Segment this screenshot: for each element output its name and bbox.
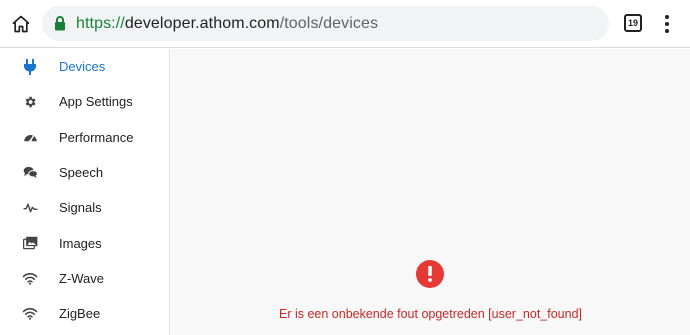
browser-toolbar: https://developer.athom.com/tools/device…: [0, 0, 690, 48]
waveform-icon: [22, 200, 38, 216]
url-text: https://developer.athom.com/tools/device…: [76, 15, 378, 33]
sidebar-item-performance[interactable]: Performance: [0, 120, 169, 155]
tab-switcher-button[interactable]: 19: [624, 14, 642, 32]
chat-bubbles-icon: [22, 165, 38, 181]
gear-icon: [22, 94, 38, 110]
sidebar-item-images[interactable]: Images: [0, 225, 169, 260]
images-icon: [22, 235, 38, 251]
sidebar-item-label: App Settings: [59, 94, 133, 110]
sidebar-item-signals[interactable]: Signals: [0, 190, 169, 225]
sidebar-item-label: Signals: [59, 200, 102, 216]
main-content: Er is een onbekende fout opgetreden [use…: [171, 49, 690, 335]
lock-icon: [54, 16, 68, 32]
sidebar: Devices App Settings Performance Speech …: [0, 49, 170, 335]
sidebar-item-speech[interactable]: Speech: [0, 155, 169, 190]
speedometer-icon: [22, 129, 38, 145]
sidebar-item-label: Images: [59, 235, 102, 251]
sidebar-item-label: Z-Wave: [59, 270, 105, 286]
url-scheme: https://: [76, 14, 125, 32]
sidebar-item-z-wave[interactable]: Z-Wave: [0, 261, 169, 296]
sidebar-item-label: ZigBee: [59, 306, 101, 322]
address-bar[interactable]: https://developer.athom.com/tools/device…: [42, 6, 609, 41]
wifi-icon: [22, 270, 38, 286]
plug-icon: [22, 58, 38, 75]
home-button[interactable]: [8, 11, 34, 37]
error-message: Er is een onbekende fout opgetreden [use…: [278, 307, 582, 321]
home-icon: [12, 15, 30, 33]
sidebar-item-devices[interactable]: Devices: [0, 49, 169, 84]
url-path: /tools/devices: [279, 14, 379, 32]
url-host: developer.athom.com: [124, 14, 280, 32]
sidebar-item-app-settings[interactable]: App Settings: [0, 84, 169, 119]
sidebar-item-label: Speech: [59, 165, 104, 181]
error-icon: [416, 260, 444, 288]
sidebar-item-label: Devices: [59, 59, 106, 75]
tab-count: 19: [627, 18, 638, 28]
more-options-icon[interactable]: [660, 13, 674, 35]
sidebar-item-label: Performance: [59, 129, 134, 145]
sidebar-item-zigbee[interactable]: ZigBee: [0, 296, 169, 331]
wifi-icon: [22, 306, 38, 322]
